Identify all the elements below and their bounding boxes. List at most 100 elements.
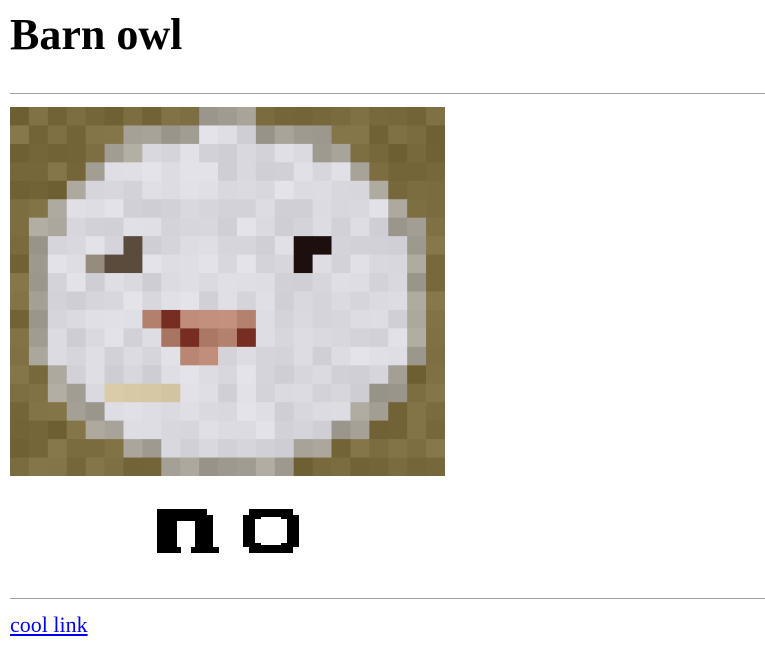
owl-pixel — [161, 328, 181, 348]
owl-pixel — [142, 328, 162, 348]
owl-pixel — [47, 217, 68, 237]
owl-pixel — [218, 125, 238, 145]
owl-pixel — [199, 143, 219, 163]
owl-pixel — [85, 273, 106, 293]
owl-pixel — [369, 180, 389, 200]
owl-pixel — [10, 180, 30, 200]
owl-pixel — [180, 125, 200, 145]
owl-pixel — [142, 420, 162, 440]
owl-pixel — [255, 199, 276, 219]
owl-pixel — [331, 254, 352, 274]
owl-pixel — [218, 217, 238, 237]
owl-pixel — [199, 383, 219, 403]
owl-pixel — [388, 291, 408, 311]
owl-pixel — [104, 273, 125, 293]
owl-pixel — [180, 217, 200, 237]
owl-pixel — [28, 199, 49, 219]
owl-pixel — [255, 236, 276, 256]
owl-pixel — [255, 420, 276, 440]
owl-pixel — [218, 309, 238, 329]
owl-pixel — [350, 365, 370, 385]
owl-pixel — [85, 328, 106, 348]
owl-pixel — [426, 420, 445, 440]
owl-pixel — [426, 402, 445, 422]
owl-pixel — [123, 383, 143, 403]
owl-pixel — [199, 254, 219, 274]
owl-pixel — [47, 383, 68, 403]
owl-pixel — [142, 365, 162, 385]
owl-pixel — [312, 457, 333, 476]
owl-pixel — [142, 180, 162, 200]
owl-pixel — [407, 328, 427, 348]
owl-pixel — [369, 402, 389, 422]
owl-pixel — [274, 457, 295, 476]
owl-pixel — [66, 439, 87, 459]
owl-pixel — [369, 236, 389, 256]
owl-pixel — [274, 180, 295, 200]
owl-pixel — [199, 309, 219, 329]
owl-pixel — [350, 273, 370, 293]
owl-pixel — [104, 199, 125, 219]
owl-pixel — [407, 217, 427, 237]
owl-pixel — [161, 439, 181, 459]
owl-pixel — [426, 162, 445, 182]
owl-pixel — [218, 199, 238, 219]
owl-pixel — [369, 199, 389, 219]
owl-pixel — [369, 107, 389, 127]
owl-pixel — [407, 199, 427, 219]
owl-pixel — [47, 143, 68, 163]
owl-pixel — [312, 125, 333, 145]
owl-pixel — [369, 309, 389, 329]
owl-pixel — [104, 365, 125, 385]
owl-pixel — [104, 439, 125, 459]
owl-pixel — [199, 291, 219, 311]
owl-pixel — [142, 162, 162, 182]
owl-pixel — [180, 346, 200, 366]
owl-pixel — [218, 457, 238, 476]
owl-pixel — [388, 328, 408, 348]
owl-pixel — [255, 254, 276, 274]
owl-pixel — [180, 439, 200, 459]
owl-pixel — [331, 420, 352, 440]
owl-pixel — [66, 309, 87, 329]
owl-pixel — [104, 346, 125, 366]
owl-pixel — [293, 254, 314, 274]
owl-pixel — [123, 107, 143, 127]
owl-pixel — [85, 402, 106, 422]
cool-link[interactable]: cool link — [10, 612, 88, 638]
owl-pixel — [350, 420, 370, 440]
owl-pixel — [331, 291, 352, 311]
owl-pixel — [274, 365, 295, 385]
owl-pixel — [331, 346, 352, 366]
owl-pixel — [85, 457, 106, 476]
owl-pixel — [350, 457, 370, 476]
owl-pixel — [331, 180, 352, 200]
owl-pixel — [218, 236, 238, 256]
owl-pixel — [369, 346, 389, 366]
owl-pixel — [407, 291, 427, 311]
owl-pixel — [28, 236, 49, 256]
owl-pixel — [312, 291, 333, 311]
bottom-divider — [10, 598, 765, 599]
owl-pixel — [47, 402, 68, 422]
owl-pixel — [426, 328, 445, 348]
owl-pixel — [180, 199, 200, 219]
owl-pixel — [123, 309, 143, 329]
owl-pixel — [255, 217, 276, 237]
owl-pixel — [350, 254, 370, 274]
owl-pixel — [180, 328, 200, 348]
owl-pixel — [388, 236, 408, 256]
owl-pixel — [388, 125, 408, 145]
caption-no-image — [157, 509, 299, 553]
owl-pixel — [331, 309, 352, 329]
owl-pixel — [161, 402, 181, 422]
owl-pixel — [369, 143, 389, 163]
owl-pixel — [85, 125, 106, 145]
owl-pixel — [47, 309, 68, 329]
owl-pixel — [236, 457, 257, 476]
owl-pixel — [66, 254, 87, 274]
owl-pixel — [312, 217, 333, 237]
owl-pixel — [369, 254, 389, 274]
owl-pixel — [180, 273, 200, 293]
owl-pixel — [407, 365, 427, 385]
